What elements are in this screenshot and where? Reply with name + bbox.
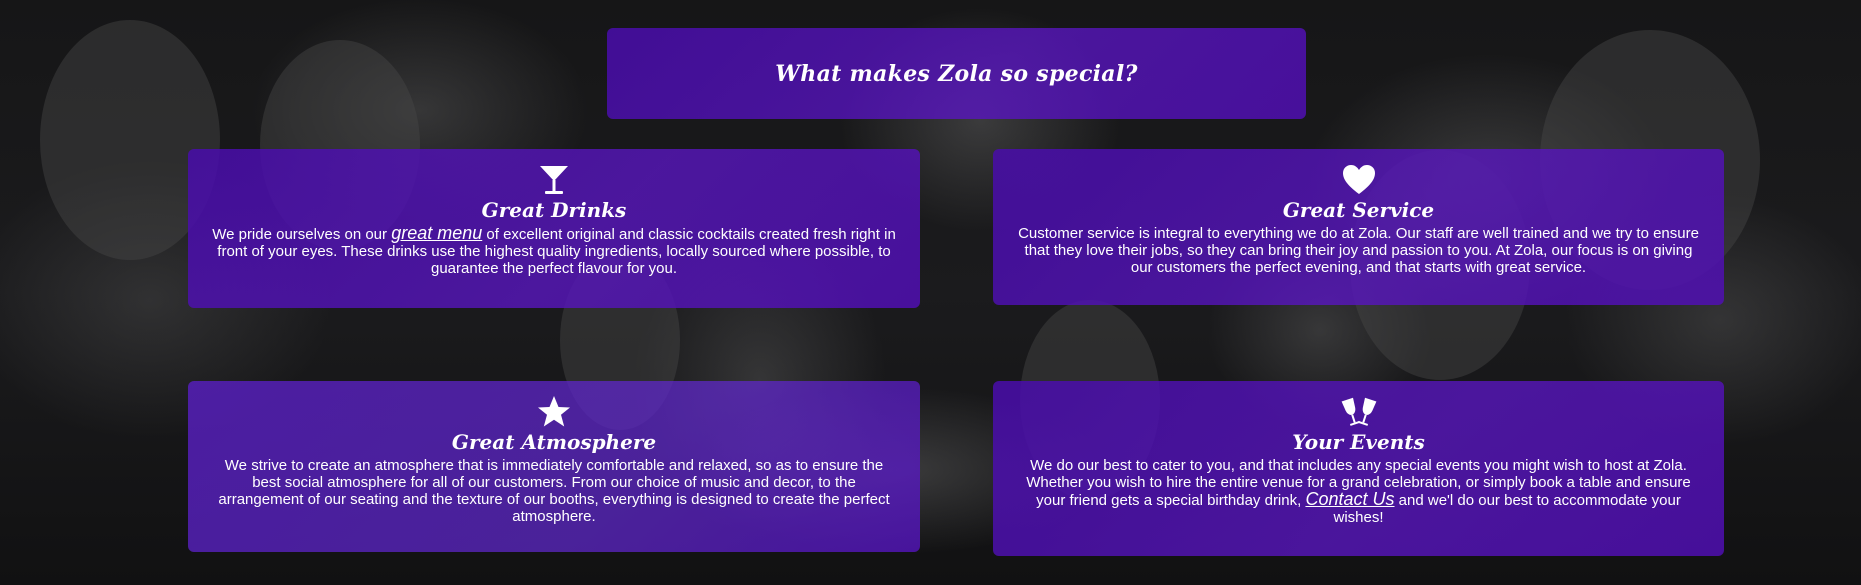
feature-title: Great Drinks <box>481 198 627 222</box>
feature-card-your-events: Your Events We do our best to cater to y… <box>993 381 1724 556</box>
feature-card-great-service: Great Service Customer service is integr… <box>993 149 1724 305</box>
feature-title: Great Service <box>1282 198 1435 222</box>
heading-banner: What makes Zola so special? <box>607 28 1306 119</box>
cocktail-glass-icon <box>540 166 568 194</box>
page-heading: What makes Zola so special? <box>775 60 1138 87</box>
clinking-glasses-icon <box>1341 397 1376 426</box>
feature-description: Customer service is integral to everythi… <box>1018 225 1699 276</box>
feature-text: We pride ourselves on our <box>212 226 392 243</box>
heart-icon <box>1342 165 1375 194</box>
feature-card-great-atmosphere: Great Atmosphere We strive to create an … <box>188 381 920 552</box>
feature-card-great-drinks: Great Drinks We pride ourselves on our g… <box>188 149 920 308</box>
great-menu-link[interactable]: great menu <box>391 223 482 243</box>
feature-title: Your Events <box>1292 430 1425 454</box>
feature-description: We pride ourselves on our great menu of … <box>210 223 898 277</box>
contact-us-link[interactable]: Contact Us <box>1305 489 1394 509</box>
feature-description: We strive to create an atmosphere that i… <box>218 457 890 525</box>
star-icon <box>538 396 570 427</box>
feature-title: Great Atmosphere <box>451 430 657 454</box>
feature-description: We do our best to cater to you, and that… <box>1015 457 1702 526</box>
